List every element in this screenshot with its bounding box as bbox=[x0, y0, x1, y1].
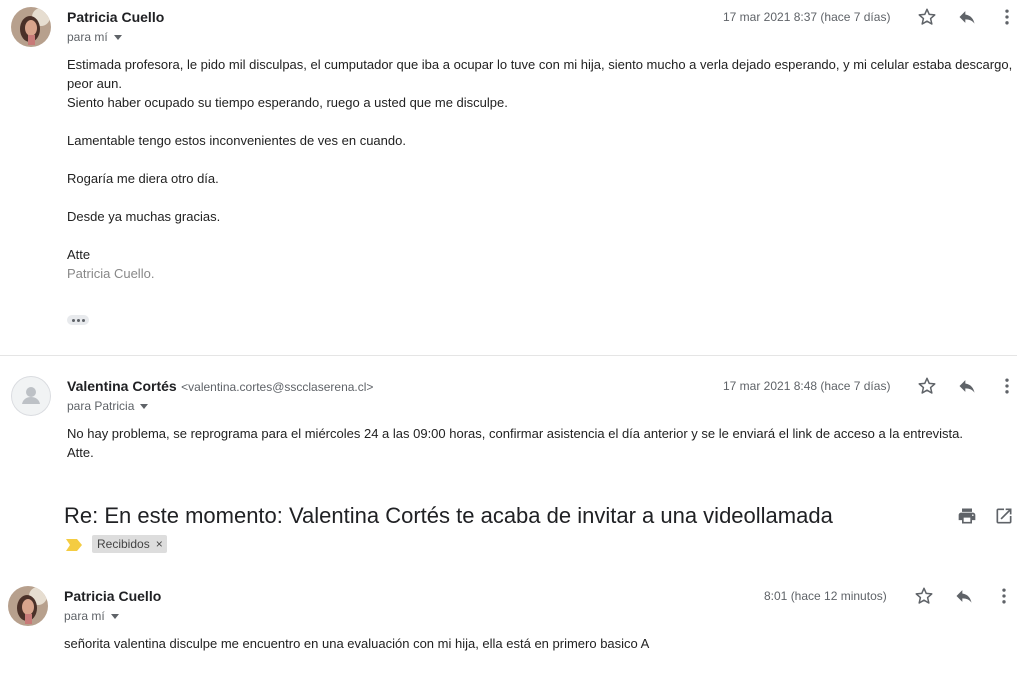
body-paragraph: Atte. bbox=[67, 445, 94, 460]
signature: Patricia Cuello. bbox=[67, 266, 155, 281]
more-vert-icon[interactable] bbox=[992, 584, 1016, 608]
star-icon[interactable] bbox=[915, 374, 939, 398]
message-date: 17 mar 2021 8:48 (hace 7 días) bbox=[723, 379, 891, 393]
sender-name[interactable]: Patricia Cuello bbox=[67, 9, 164, 25]
sender-name[interactable]: Valentina Cortés bbox=[67, 378, 177, 394]
message-body: señorita valentina disculpe me encuentro… bbox=[64, 634, 1014, 653]
reply-icon[interactable] bbox=[952, 584, 976, 608]
body-paragraph: Estimada profesora, le pido mil disculpa… bbox=[67, 57, 1013, 91]
body-paragraph: Desde ya muchas gracias. bbox=[67, 209, 221, 224]
recipient-toggle[interactable]: para mí bbox=[64, 609, 119, 623]
thread-subject: Re: En este momento: Valentina Cortés te… bbox=[64, 503, 833, 528]
avatar[interactable] bbox=[11, 376, 51, 416]
recipient-label: para mí bbox=[67, 30, 108, 44]
show-trimmed-content-button[interactable] bbox=[67, 315, 89, 325]
recipient-label: para Patricia bbox=[67, 399, 135, 413]
message-body: No hay problema, se reprograma para el m… bbox=[67, 424, 1017, 462]
body-paragraph: Rogaría me diera otro día. bbox=[67, 171, 219, 186]
sender-name[interactable]: Patricia Cuello bbox=[64, 588, 161, 604]
message-divider bbox=[0, 355, 1017, 356]
message-date: 8:01 (hace 12 minutos) bbox=[764, 589, 887, 603]
avatar[interactable] bbox=[8, 586, 48, 626]
message-date: 17 mar 2021 8:37 (hace 7 días) bbox=[723, 10, 891, 24]
reply-icon[interactable] bbox=[955, 5, 979, 29]
importance-marker-icon[interactable] bbox=[66, 538, 82, 556]
recipient-toggle[interactable]: para Patricia bbox=[67, 399, 149, 413]
label-chip-text: Recibidos bbox=[97, 537, 150, 551]
print-icon[interactable] bbox=[955, 504, 979, 528]
sender-email: <valentina.cortes@sscclaserena.cl> bbox=[181, 380, 374, 394]
recipient-label: para mí bbox=[64, 609, 105, 623]
more-vert-icon[interactable] bbox=[995, 374, 1019, 398]
avatar[interactable] bbox=[11, 7, 51, 47]
body-paragraph: Lamentable tengo estos inconvenientes de… bbox=[67, 133, 406, 148]
remove-label-icon[interactable]: × bbox=[156, 537, 163, 551]
open-in-new-icon[interactable] bbox=[992, 504, 1016, 528]
body-paragraph: señorita valentina disculpe me encuentro… bbox=[64, 636, 650, 651]
chevron-down-icon bbox=[113, 34, 122, 40]
chevron-down-icon bbox=[140, 403, 149, 409]
body-paragraph: No hay problema, se reprograma para el m… bbox=[67, 426, 964, 441]
body-paragraph: Atte bbox=[67, 247, 91, 262]
chevron-down-icon bbox=[110, 613, 119, 619]
message-body: Estimada profesora, le pido mil disculpa… bbox=[67, 55, 1017, 283]
star-icon[interactable] bbox=[915, 5, 939, 29]
label-chip-inbox[interactable]: Recibidos × bbox=[92, 535, 167, 553]
recipient-toggle[interactable]: para mí bbox=[67, 30, 122, 44]
star-icon[interactable] bbox=[912, 584, 936, 608]
reply-icon[interactable] bbox=[955, 374, 979, 398]
body-paragraph: Siento haber ocupado su tiempo esperando… bbox=[67, 95, 508, 110]
sender-line: Valentina Cortés <valentina.cortes@ssccl… bbox=[67, 378, 373, 396]
more-vert-icon[interactable] bbox=[995, 5, 1019, 29]
